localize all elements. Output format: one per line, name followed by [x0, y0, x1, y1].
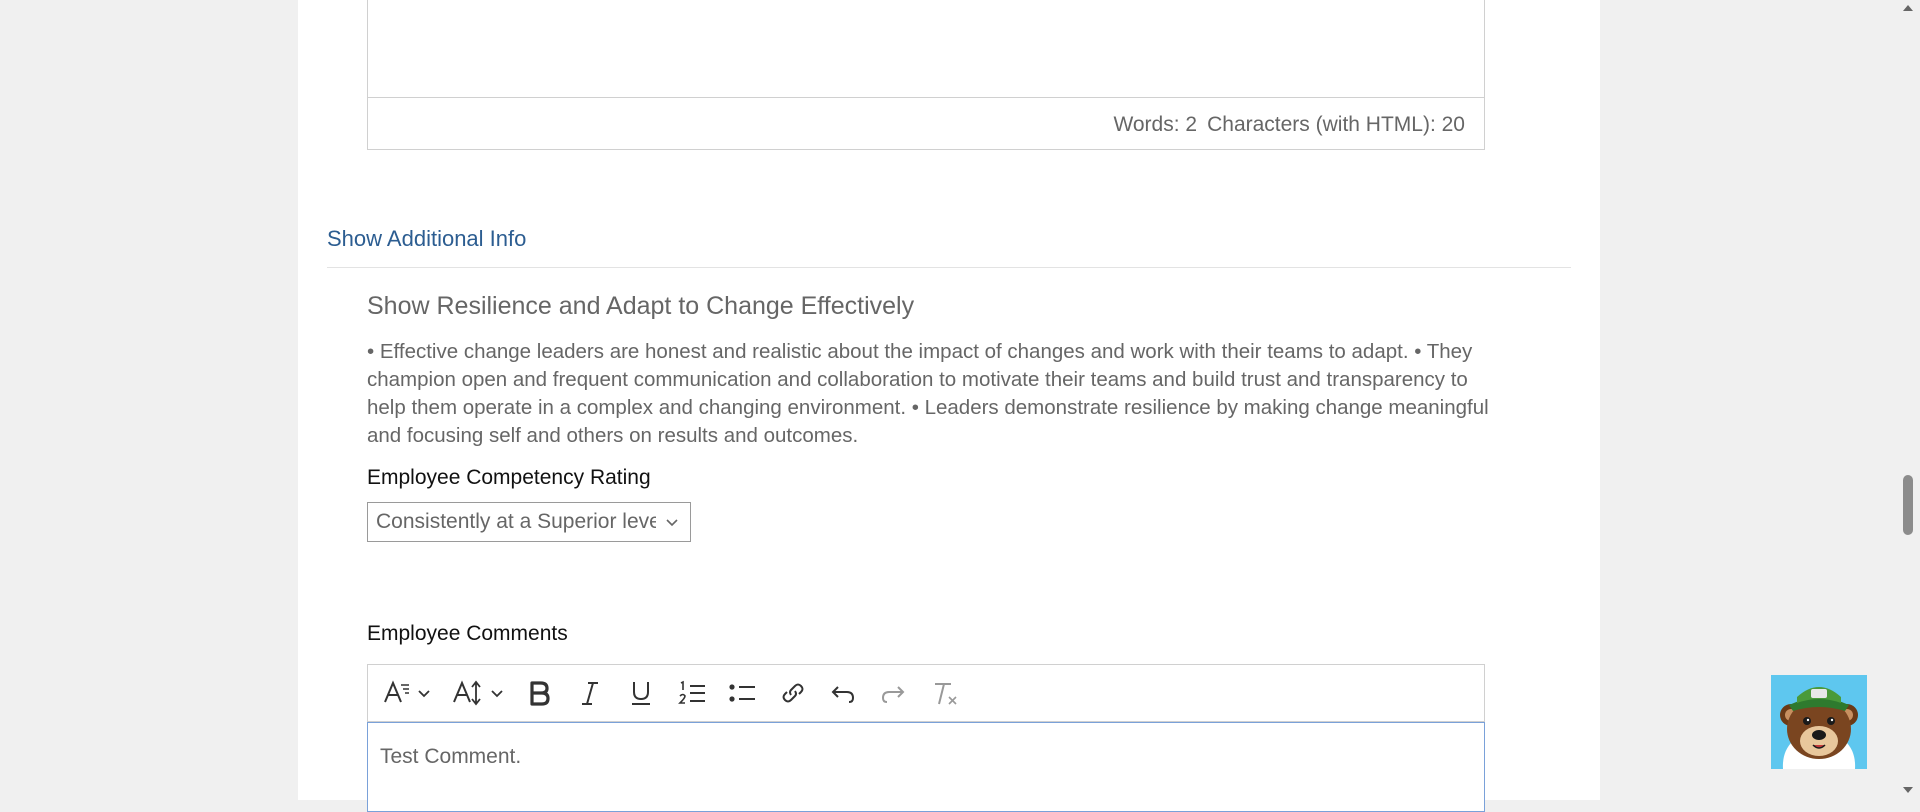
editor-toolbar: [367, 664, 1485, 722]
clear-formatting-icon: [935, 683, 957, 705]
ordered-list-icon: [678, 680, 705, 704]
bear-mascot-icon: [1780, 687, 1858, 769]
character-count: Characters (with HTML): 20: [1207, 112, 1465, 136]
paragraph-format-icon: [384, 680, 430, 703]
vertical-scrollbar[interactable]: [1896, 0, 1920, 800]
rating-selected-value: Consistently at a Superior level: [376, 510, 656, 533]
font-size-icon: [453, 680, 503, 706]
link-icon: [782, 683, 804, 703]
underline-button[interactable]: [623, 676, 659, 710]
editor-status-bar: Words: 2 Characters (with HTML): 20: [368, 97, 1484, 151]
italic-button[interactable]: [572, 676, 608, 710]
word-count: Words: 2: [1113, 112, 1198, 136]
unordered-list-button[interactable]: [723, 676, 761, 710]
competency-rating-select[interactable]: Consistently at a Superior level: [367, 502, 691, 542]
show-additional-info-link[interactable]: Show Additional Info: [327, 226, 526, 252]
scrollbar-thumb[interactable]: [1903, 475, 1913, 535]
clear-formatting-button[interactable]: [925, 676, 965, 710]
redo-button[interactable]: [875, 676, 911, 710]
undo-button[interactable]: [825, 676, 861, 710]
ordered-list-button[interactable]: [673, 676, 711, 710]
italic-icon: [582, 682, 598, 705]
comment-text: Test Comment.: [380, 745, 522, 768]
previous-comment-editor: Words: 2 Characters (with HTML): 20: [367, 0, 1485, 150]
paragraph-format-button[interactable]: [380, 676, 436, 710]
comments-label: Employee Comments: [367, 622, 568, 645]
section-divider: [327, 267, 1571, 268]
unordered-list-icon: [729, 684, 755, 702]
rating-label: Employee Competency Rating: [367, 466, 651, 489]
scroll-up-arrow-icon[interactable]: [1902, 2, 1914, 14]
underline-icon: [632, 682, 650, 705]
previous-editor-content[interactable]: [368, 0, 1484, 97]
bold-button[interactable]: [521, 676, 557, 710]
competency-title: Show Resilience and Adapt to Change Effe…: [367, 292, 915, 320]
scroll-down-arrow-icon[interactable]: [1902, 784, 1914, 796]
font-size-button[interactable]: [450, 676, 510, 710]
insert-link-button[interactable]: [775, 676, 811, 710]
employee-comments-editor[interactable]: Test Comment.: [367, 722, 1485, 812]
undo-icon: [831, 686, 855, 703]
competency-description: • Effective change leaders are honest an…: [367, 340, 1489, 447]
redo-icon: [881, 686, 905, 703]
chevron-down-icon: [666, 519, 678, 527]
assistant-avatar[interactable]: [1771, 675, 1867, 769]
bold-icon: [530, 681, 550, 706]
